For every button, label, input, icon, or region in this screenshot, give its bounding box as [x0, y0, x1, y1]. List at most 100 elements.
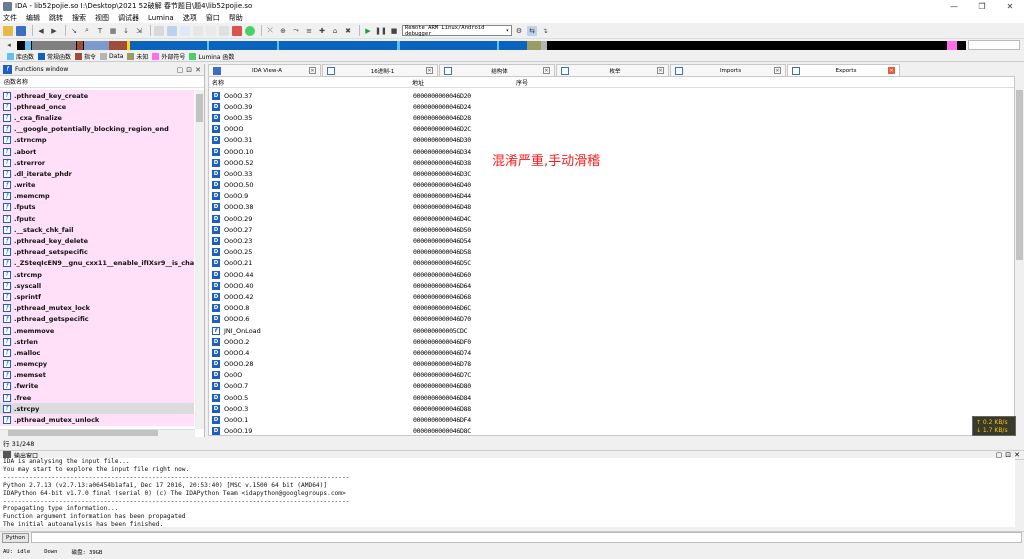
function-row[interactable]: f ._ZSteqIcEN9__gnu_cxx11__enable_ifIXsr9… — [0, 257, 194, 269]
float-icon[interactable]: ▢ — [177, 66, 184, 74]
function-row[interactable]: f .sprintf — [0, 291, 194, 303]
tab-ida-view-a[interactable]: IDA View-A ✕ — [208, 64, 321, 76]
export-row[interactable]: D O0OO.4 0000000000046D74 — [209, 347, 1014, 358]
function-row[interactable]: f .strerror — [0, 157, 194, 169]
export-row[interactable]: D Oo0O.23 0000000000046D54 — [209, 235, 1014, 246]
export-row[interactable]: D Oo0O.33 0000000000046D3C — [209, 168, 1014, 179]
function-row[interactable]: f .fputs — [0, 201, 194, 214]
export-row[interactable]: D O0OO.44 0000000000046D60 — [209, 269, 1014, 280]
exports-vertical-scroll-thumb[interactable] — [1016, 90, 1023, 260]
stop-icon[interactable]: ■ — [389, 26, 399, 36]
function-row[interactable]: f .pthread_mutex_lock — [0, 302, 194, 314]
function-row[interactable]: f .fwrite — [0, 380, 194, 393]
export-row[interactable]: D Oo0O.29 0000000000046D4C — [209, 213, 1014, 224]
undefine-icon[interactable] — [232, 25, 242, 36]
close-icon[interactable]: ✕ — [1014, 451, 1020, 459]
back-icon[interactable]: ◀ — [36, 26, 46, 36]
export-row[interactable]: D Oo0O.21 0000000000046D5C — [209, 258, 1014, 269]
close-icon[interactable]: ✕ — [426, 67, 433, 74]
export-row[interactable]: D O0OO.50 0000000000046D40 — [209, 180, 1014, 191]
function-row[interactable]: f .strcpy — [0, 403, 194, 415]
data-icon[interactable] — [193, 25, 203, 36]
search-icon[interactable]: ⌕ — [82, 26, 92, 36]
navigation-bar[interactable] — [17, 41, 966, 50]
menu-view[interactable]: 视图 — [95, 13, 109, 23]
cancel-icon[interactable]: ✖ — [343, 26, 353, 36]
column-address[interactable]: 地址 — [412, 78, 516, 87]
function-row[interactable]: f .free — [0, 392, 194, 404]
export-row[interactable]: D O0OO.28 0000000000046D78 — [209, 359, 1014, 370]
menu-help[interactable]: 帮助 — [229, 13, 243, 23]
function-row[interactable]: f .strncmp — [0, 134, 194, 146]
function-row[interactable]: f .fputc — [0, 213, 194, 225]
code-icon[interactable] — [180, 25, 190, 36]
function-row[interactable]: f .pthread_once — [0, 101, 194, 113]
function-row[interactable]: f .malloc — [0, 347, 194, 359]
export-row[interactable]: D O0OO.2 0000000000046DF0 — [209, 336, 1014, 347]
maximize-button[interactable]: ❐ — [968, 0, 996, 12]
export-row[interactable]: D Oo0O.37 0000000000046D20 — [209, 90, 1014, 101]
function-row[interactable]: f .pthread_getspecific — [0, 313, 194, 325]
export-row[interactable]: D Oo0O.25 0000000000046D58 — [209, 247, 1014, 258]
python-button[interactable]: Python — [2, 532, 30, 543]
binary-search-icon[interactable]: ▦ — [108, 26, 118, 36]
mark-icon[interactable]: ⇲ — [134, 26, 144, 36]
function-row[interactable]: f .memcmp — [0, 190, 194, 202]
function-row[interactable]: f .pthread_setspecific — [0, 246, 194, 258]
minimize-button[interactable]: — — [940, 0, 968, 12]
functions-horizontal-scroll-thumb[interactable] — [8, 430, 158, 436]
graph-icon[interactable] — [154, 25, 164, 36]
export-row[interactable]: D O0OO.38 0000000000046D48 — [209, 202, 1014, 213]
menu-window[interactable]: 窗口 — [206, 13, 220, 23]
exports-list[interactable]: D Oo0O.37 0000000000046D20 D Oo0O.39 00000000… — [209, 90, 1014, 436]
string-icon[interactable] — [206, 25, 216, 36]
export-row[interactable]: D Oo0O.5 0000000000046D84 — [209, 392, 1014, 403]
menu-search[interactable]: 搜索 — [72, 13, 86, 23]
trace-icon[interactable]: ⤳ — [291, 26, 301, 36]
cross-ref-icon[interactable]: ⤬ — [265, 26, 275, 36]
export-row[interactable]: D Oo0O.1 0000000000046DF4 — [209, 414, 1014, 425]
pause-icon[interactable]: ❚❚ — [375, 26, 387, 36]
output-log[interactable]: IDA is analysing the input file... You ma… — [0, 458, 1015, 527]
export-row[interactable]: D O0OO.8 0000000000046D6C — [209, 303, 1014, 314]
function-row[interactable]: f .__google_potentially_blocking_region_e… — [0, 123, 194, 135]
tab-imports[interactable]: Imports ✕ — [670, 64, 786, 76]
function-row[interactable]: f .pthread_mutex_unlock — [0, 414, 194, 426]
column-ordinal[interactable]: 序号 — [516, 78, 528, 87]
tab-structures[interactable]: 结构体 ✕ — [439, 64, 555, 76]
function-row[interactable]: f .strcmp — [0, 269, 194, 281]
export-row[interactable]: D Oo0O.9 0000000000046D44 — [209, 191, 1014, 202]
debugger-select[interactable]: Remote ARM Linux/Android debugger ▾ — [402, 25, 512, 37]
menu-options[interactable]: 选项 — [183, 13, 197, 23]
export-row[interactable]: f JNI_OnLoad 000000000005CDC — [209, 325, 1014, 336]
tab-exports[interactable]: Exports ✕ — [787, 64, 900, 76]
functions-list[interactable]: f .pthread_key_create f .pthread_once f ._cxa… — [0, 90, 194, 429]
close-icon[interactable]: ✕ — [309, 67, 316, 74]
close-icon[interactable]: ✕ — [195, 66, 201, 74]
functions-vertical-scrollbar[interactable] — [195, 90, 204, 429]
column-name[interactable]: 名称 — [209, 78, 412, 87]
script-icon[interactable]: ≡ — [304, 26, 314, 36]
export-row[interactable]: D Oo0O.7 0000000000046D80 — [209, 381, 1014, 392]
save-icon[interactable] — [16, 25, 26, 36]
functions-column-header[interactable]: 函数名称 — [0, 76, 204, 88]
function-row[interactable]: f ._cxa_finalize — [0, 112, 194, 124]
forward-icon[interactable]: ▶ — [49, 26, 59, 36]
jump-icon[interactable]: ↘ — [69, 26, 79, 36]
menu-debugger[interactable]: 调试器 — [118, 13, 139, 23]
export-row[interactable]: D Oo0O 0000000000046D7C — [209, 370, 1014, 381]
step-icon[interactable]: ↴ — [540, 26, 550, 36]
patch-icon[interactable]: ⌂ — [330, 26, 340, 36]
functions-vertical-scroll-thumb[interactable] — [196, 94, 203, 122]
nav-dropdown[interactable] — [968, 40, 1020, 50]
function-row[interactable]: f .pthread_key_delete — [0, 235, 194, 247]
pin-icon[interactable]: ⊡ — [186, 66, 192, 74]
menu-edit[interactable]: 编辑 — [26, 13, 40, 23]
lumina-icon[interactable] — [245, 25, 255, 36]
menu-file[interactable]: 文件 — [3, 13, 17, 23]
function-row[interactable]: f .write — [0, 179, 194, 191]
debugger-options-icon[interactable]: ⚙ — [514, 26, 524, 36]
text-search-icon[interactable]: T — [95, 26, 105, 36]
export-row[interactable]: D Oo0O.39 0000000000046D24 — [209, 101, 1014, 112]
function-row[interactable]: f .memmove — [0, 324, 194, 337]
